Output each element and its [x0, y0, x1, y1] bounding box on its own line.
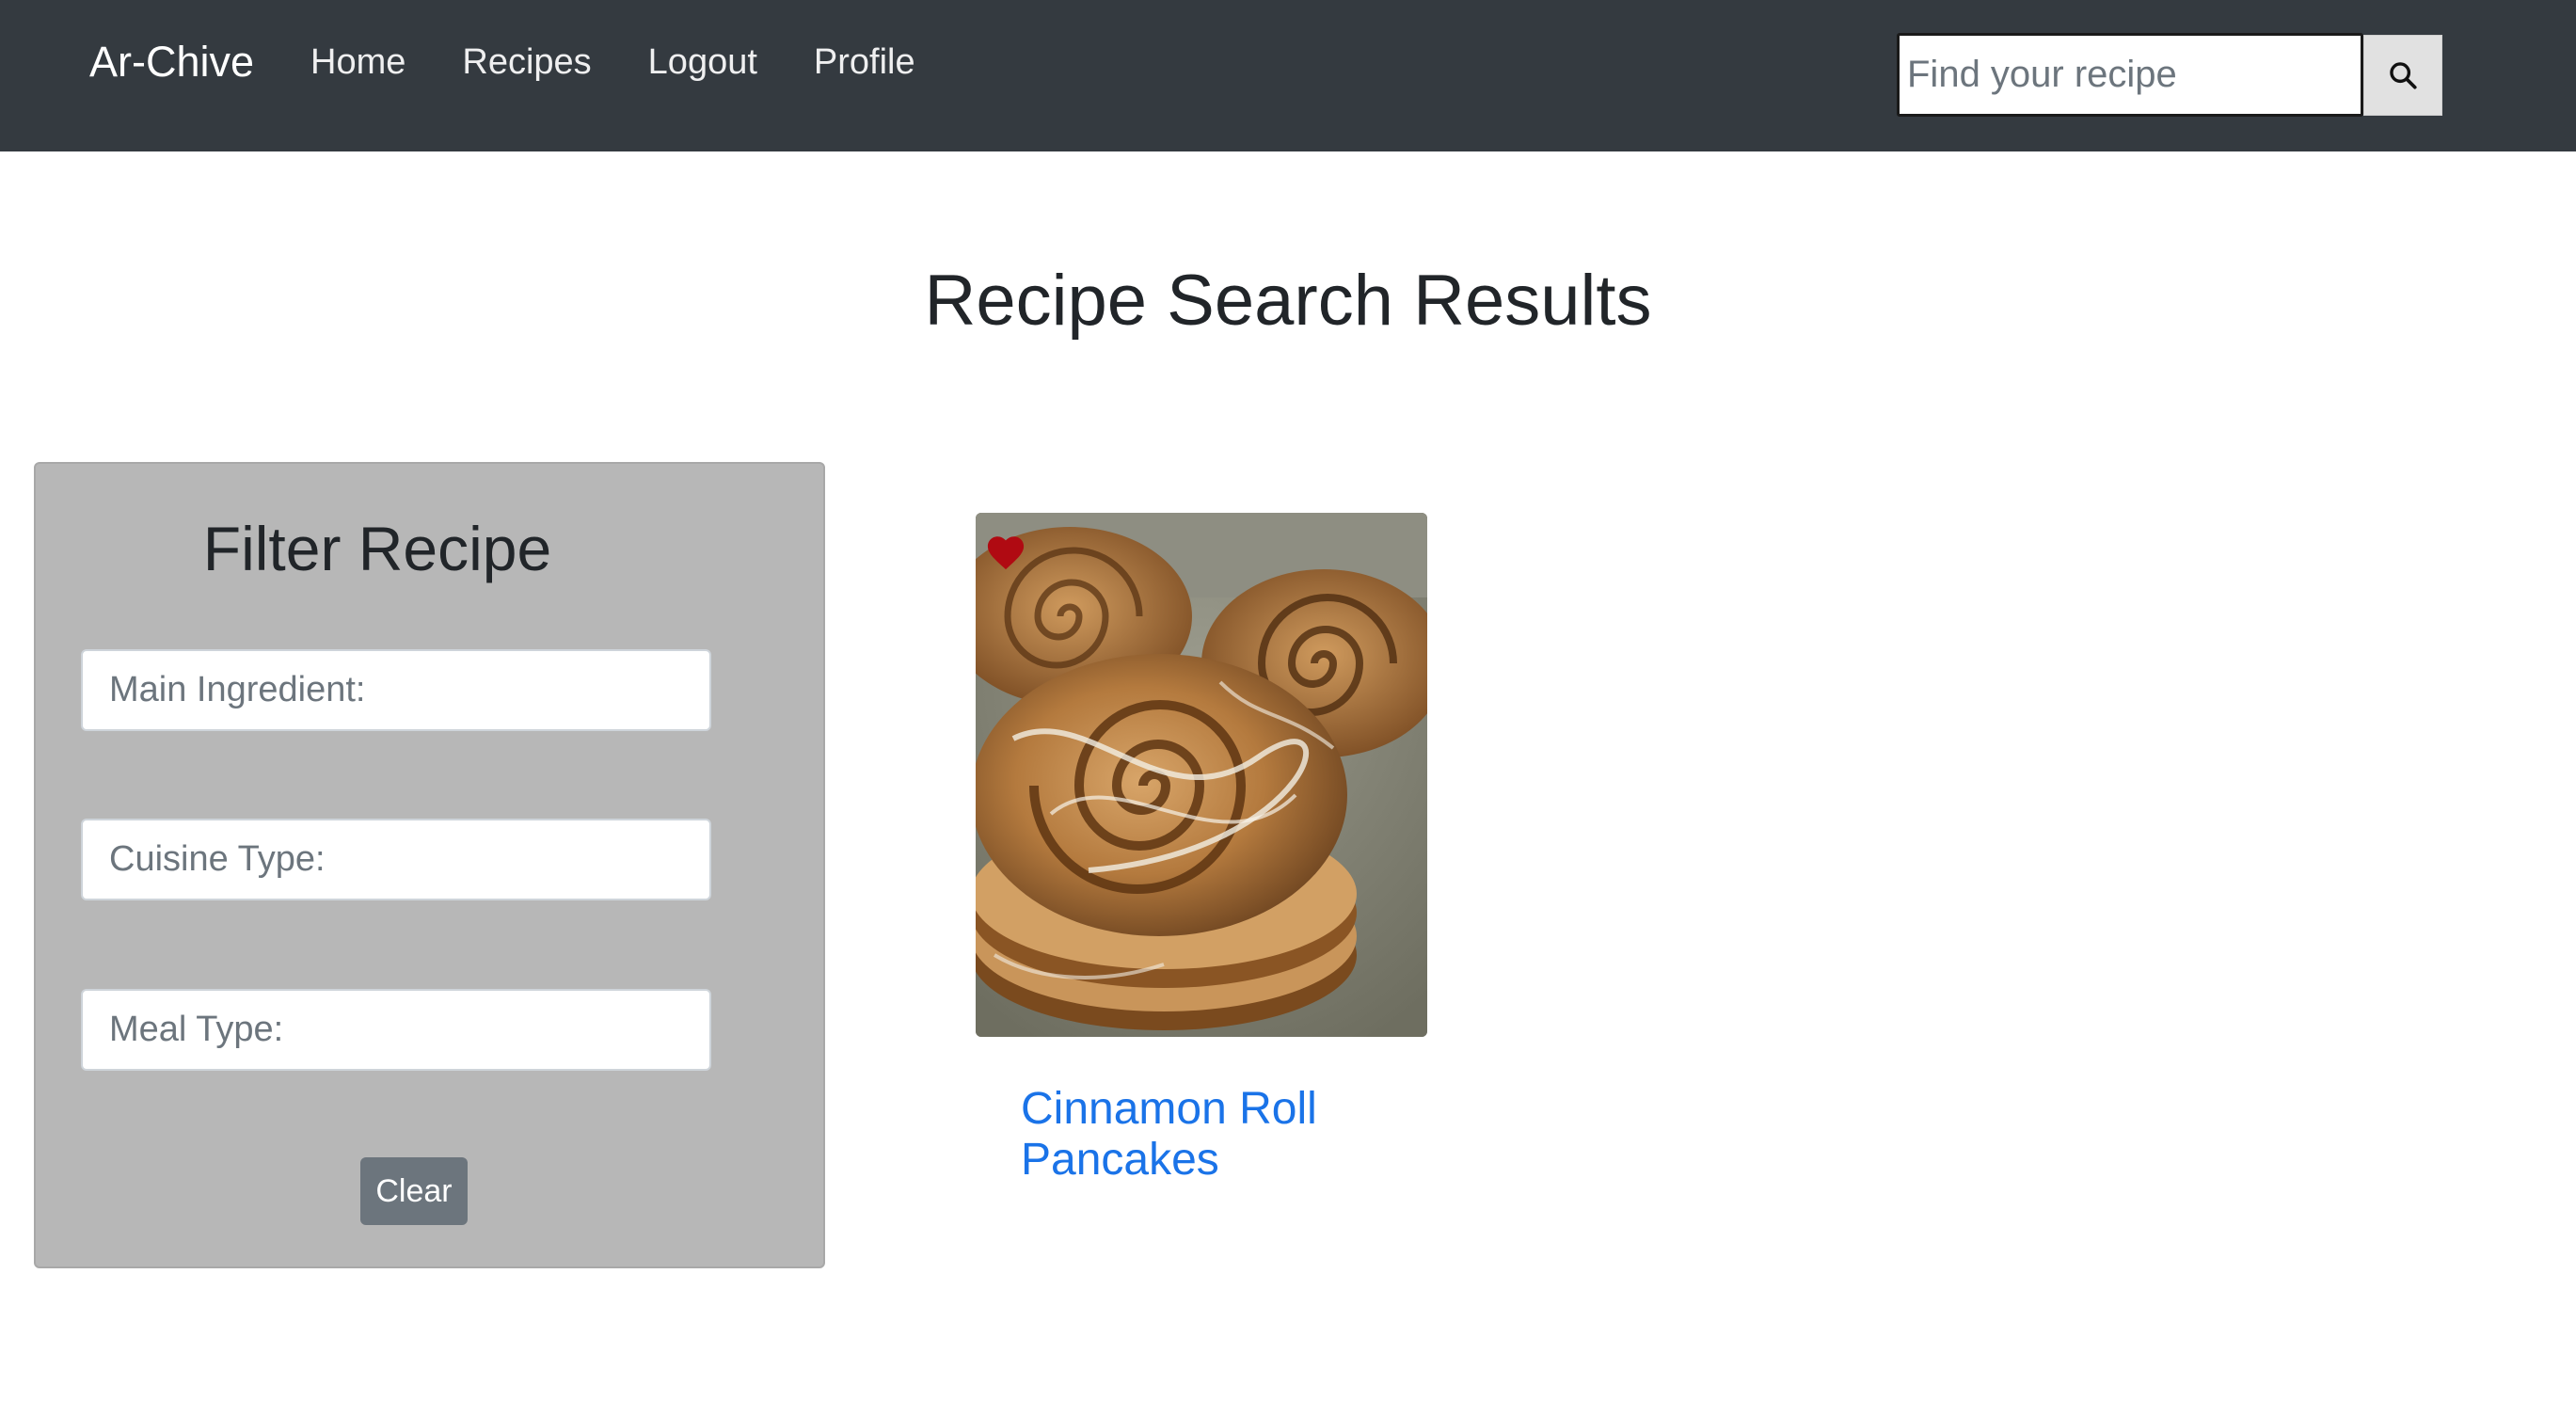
favorite-heart-icon[interactable]: [985, 533, 1026, 571]
search-button[interactable]: [2363, 35, 2442, 116]
brand-logo-link[interactable]: Ar-Chive: [89, 36, 254, 88]
nav-link-logout[interactable]: Logout: [648, 40, 757, 85]
nav-links: Home Recipes Logout Profile: [310, 40, 972, 85]
recipe-card: Cinnamon Roll Pancakes: [976, 513, 1427, 1186]
meal-type-field[interactable]: [81, 989, 711, 1071]
recipe-title-link[interactable]: Cinnamon Roll Pancakes: [1021, 1084, 1397, 1186]
main-ingredient-field[interactable]: [81, 649, 711, 731]
nav-link-profile[interactable]: Profile: [814, 40, 915, 85]
recipe-photo: [976, 513, 1427, 1037]
filter-panel: Filter Recipe Clear: [34, 462, 825, 1268]
search-icon: [2390, 62, 2417, 89]
page-title: Recipe Search Results: [924, 261, 1652, 341]
recipe-search-input[interactable]: [1897, 33, 2363, 117]
top-navbar: Ar-Chive Home Recipes Logout Profile: [0, 0, 2576, 151]
filter-title: Filter Recipe: [202, 514, 552, 583]
clear-button[interactable]: Clear: [360, 1157, 468, 1225]
cuisine-type-field[interactable]: [81, 819, 711, 900]
nav-link-recipes[interactable]: Recipes: [462, 40, 591, 85]
recipe-image[interactable]: [976, 513, 1427, 1037]
nav-link-home[interactable]: Home: [310, 40, 405, 85]
